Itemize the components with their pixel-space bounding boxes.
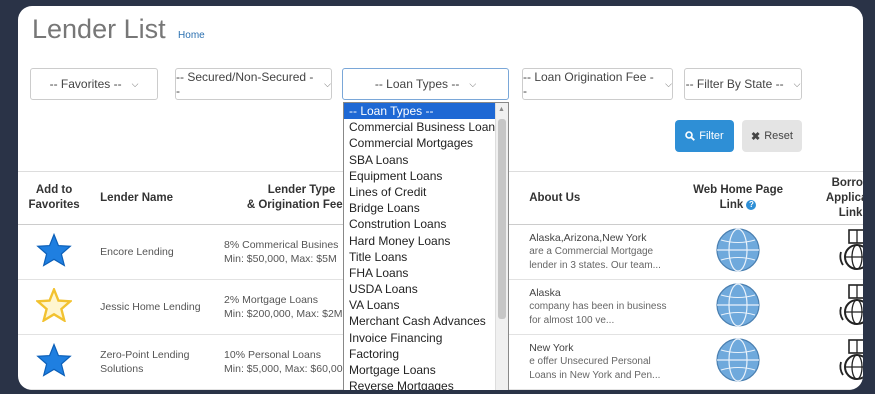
- dropdown-option[interactable]: Reverse Mortgages: [344, 378, 508, 390]
- reset-button[interactable]: ✖ Reset: [742, 120, 802, 152]
- breadcrumb-home[interactable]: Home: [178, 30, 205, 41]
- lender-name[interactable]: Jessic Home Lending: [90, 279, 221, 335]
- states-served: Alaska: [529, 287, 561, 299]
- dropdown-option[interactable]: Commercial Business Loans: [344, 119, 508, 135]
- about-text: company has been in business for almost …: [529, 301, 667, 326]
- chevron-down-icon: ⌵: [469, 78, 477, 89]
- page-title: Lender List: [32, 14, 166, 44]
- globe-book-icon[interactable]: [837, 228, 863, 272]
- secured-select-label: -- Secured/Non-Secured --: [176, 70, 314, 98]
- star-filled-icon[interactable]: [36, 342, 72, 377]
- header-lender-type-line2: & Origination Fee %: [246, 199, 357, 211]
- state-select[interactable]: -- Filter By State -- ⌵: [684, 68, 802, 100]
- dropdown-option[interactable]: Lines of Credit: [344, 184, 508, 200]
- dropdown-option[interactable]: Factoring: [344, 346, 508, 362]
- state-select-label: -- Filter By State --: [685, 77, 784, 91]
- header-favorites[interactable]: Add to Favorites: [18, 171, 91, 225]
- header-borrower-link-line1: Borrower Application: [825, 176, 863, 204]
- web-link-cell: [679, 224, 797, 280]
- favorite-cell: [18, 334, 91, 390]
- header-about-us-label: About Us: [529, 191, 581, 204]
- title-row: Lender List Home: [32, 14, 205, 45]
- header-web-link-line1: Web Home Page: [693, 184, 783, 196]
- header-favorites-line2: Favorites: [28, 199, 80, 211]
- filter-button-label: Filter: [699, 130, 724, 142]
- borrower-link-cell: [796, 279, 863, 335]
- web-link-cell: [679, 334, 797, 390]
- loan-types-select[interactable]: -- Loan Types -- ⌵: [342, 68, 509, 100]
- info-icon[interactable]: ?: [746, 199, 757, 210]
- dropdown-option[interactable]: SBA Loans: [344, 152, 508, 168]
- origination-fee-select-label: -- Loan Origination Fee --: [523, 70, 654, 98]
- main-panel: Lender List Home -- Favorites -- ⌵ -- Se…: [18, 6, 863, 390]
- origination-fee-select[interactable]: -- Loan Origination Fee -- ⌵: [522, 68, 673, 100]
- globe-book-icon[interactable]: [837, 283, 863, 327]
- header-borrower-link[interactable]: Borrower Application Link ?: [796, 171, 863, 225]
- lender-name[interactable]: Zero-Point Lending Solutions: [90, 334, 221, 390]
- about-text: e offer Unsecured Personal Loans in New …: [529, 356, 661, 381]
- dropdown-scroll-thumb[interactable]: [498, 119, 506, 319]
- loan-types-dropdown[interactable]: -- Loan Types -- Commercial Business Loa…: [343, 102, 509, 390]
- dropdown-option[interactable]: Hard Money Loans: [344, 233, 508, 249]
- chevron-down-icon: ⌵: [793, 78, 801, 89]
- borrower-link-cell: [796, 334, 863, 390]
- chevron-down-icon: ⌵: [324, 78, 331, 89]
- header-borrower-link-line2: Link: [838, 206, 863, 219]
- about-text: are a Commercial Mortgage lender in 3 st…: [529, 246, 661, 271]
- star-outline-icon[interactable]: [34, 286, 74, 324]
- globe-book-icon[interactable]: [837, 338, 863, 382]
- loan-types-select-label: -- Loan Types --: [374, 77, 460, 91]
- dropdown-option[interactable]: FHA Loans: [344, 265, 508, 281]
- borrower-link-cell: [796, 224, 863, 280]
- header-lender-type-line1: Lender Type: [267, 184, 336, 196]
- globe-icon[interactable]: [715, 337, 761, 383]
- header-web-link-line2: Link: [719, 199, 744, 211]
- about-cell: Alaska company has been in business for …: [525, 279, 680, 335]
- secured-select[interactable]: -- Secured/Non-Secured -- ⌵: [175, 68, 332, 100]
- lender-name[interactable]: Encore Lending: [90, 224, 221, 280]
- web-link-cell: [679, 279, 797, 335]
- header-lender-name[interactable]: Lender Name: [90, 171, 221, 225]
- about-cell: New York e offer Unsecured Personal Loan…: [525, 334, 680, 390]
- dropdown-option[interactable]: Commercial Mortgages: [344, 135, 508, 151]
- favorites-select-label: -- Favorites --: [49, 77, 122, 91]
- dropdown-option[interactable]: Bridge Loans: [344, 200, 508, 216]
- dropdown-option[interactable]: -- Loan Types --: [344, 103, 508, 120]
- states-served: New York: [529, 342, 574, 354]
- chevron-down-icon: ⌵: [131, 78, 139, 89]
- scroll-up-icon[interactable]: ▲: [498, 106, 505, 113]
- dropdown-option[interactable]: Title Loans: [344, 249, 508, 265]
- dropdown-option[interactable]: USDA Loans: [344, 281, 508, 297]
- globe-icon[interactable]: [715, 282, 761, 328]
- favorite-cell: [18, 224, 91, 280]
- dropdown-option[interactable]: Mortgage Loans: [344, 362, 508, 378]
- chevron-down-icon: ⌵: [665, 78, 672, 89]
- about-cell: Alaska,Arizona,New York are a Commercial…: [525, 224, 680, 280]
- dropdown-scrollbar[interactable]: ▲: [495, 103, 508, 390]
- header-lender-name-label: Lender Name: [100, 191, 174, 204]
- favorites-select[interactable]: -- Favorites -- ⌵: [30, 68, 158, 100]
- favorite-cell: [18, 279, 91, 335]
- dropdown-option[interactable]: VA Loans: [344, 297, 508, 313]
- globe-icon[interactable]: [715, 227, 761, 273]
- filter-button[interactable]: Filter: [675, 120, 734, 152]
- close-icon: ✖: [751, 130, 761, 143]
- header-web-link[interactable]: Web Home Page Link ?: [679, 171, 797, 225]
- header-about-us[interactable]: About Us: [525, 171, 680, 225]
- dropdown-option[interactable]: Invoice Financing: [344, 330, 508, 346]
- dropdown-option[interactable]: Merchant Cash Advances: [344, 313, 508, 329]
- header-favorites-line1: Add to: [35, 184, 73, 196]
- dropdown-option[interactable]: Equipment Loans: [344, 168, 508, 184]
- dropdown-option[interactable]: Constrution Loans: [344, 216, 508, 232]
- star-filled-icon[interactable]: [36, 232, 72, 267]
- states-served: Alaska,Arizona,New York: [529, 232, 647, 244]
- search-icon: [685, 131, 696, 141]
- reset-button-label: Reset: [764, 130, 793, 142]
